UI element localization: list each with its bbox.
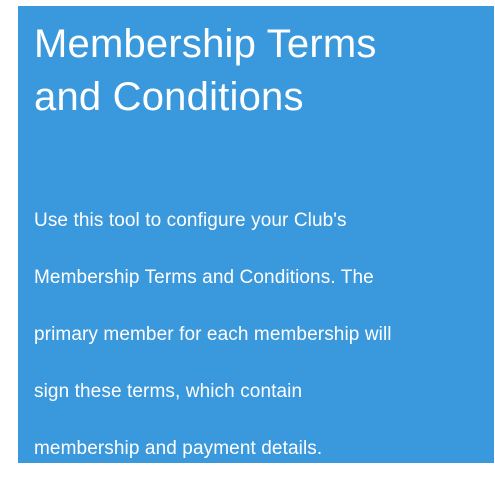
panel-title-line: and Conditions [34,75,304,119]
panel-description-line: primary member for each membership will [34,324,392,345]
panel-description-line: Use this tool to configure your Club's [34,210,347,231]
panel-description-line: sign these terms, which contain [34,381,303,402]
panel-description-line: Membership Terms and Conditions. The [34,267,374,288]
panel-title: Membership Terms and Conditions [34,18,480,124]
panel-description: Use this tool to configure your Club's M… [34,192,474,477]
panel-description-line: membership and payment details. [34,438,323,459]
panel-title-line: Membership Terms [34,22,377,66]
membership-terms-info-panel: Membership Terms and Conditions Use this… [18,6,494,463]
